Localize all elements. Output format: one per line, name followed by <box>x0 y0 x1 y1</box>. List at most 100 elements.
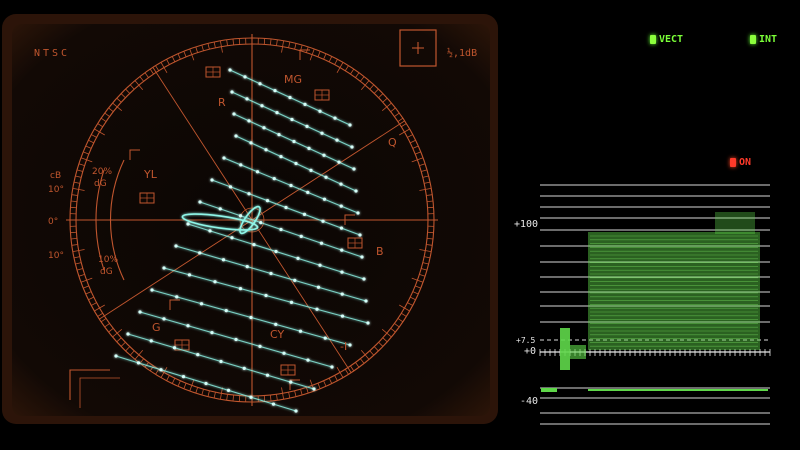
trace-dot <box>284 205 288 210</box>
trace-dot <box>360 255 364 259</box>
trace-dot <box>321 219 325 223</box>
int-indicator[interactable]: INT <box>750 34 777 45</box>
trace-dot <box>162 317 166 321</box>
trace-dot <box>288 95 292 100</box>
trace-dot <box>296 256 300 260</box>
trace-dot <box>352 167 356 171</box>
trace-dot <box>218 207 222 211</box>
trace-dot <box>228 185 233 189</box>
trace-dot <box>196 353 200 357</box>
trace-dot <box>319 241 324 245</box>
trace-dot <box>238 287 243 291</box>
trace-dot <box>316 285 321 289</box>
trace-dot <box>187 273 192 277</box>
trace-dot <box>306 358 310 362</box>
trace-dot <box>307 146 311 150</box>
left-scale-label: 20% <box>92 167 112 177</box>
target-label-yl: YL <box>143 168 158 181</box>
trace-dot <box>354 189 358 193</box>
left-scale-label: 10% <box>98 255 118 265</box>
trace-dot <box>271 402 276 406</box>
on-indicator[interactable]: ON <box>730 157 751 168</box>
trace-dot <box>333 116 337 120</box>
trace-dot <box>324 175 328 179</box>
trace-dot <box>348 123 352 127</box>
trace-dot <box>230 90 234 94</box>
trace-dot <box>335 138 339 142</box>
trace-dot <box>364 299 368 303</box>
trace-dot <box>149 339 153 343</box>
trace-dot <box>339 182 343 186</box>
trace-dot <box>258 344 262 348</box>
trace-dot <box>273 89 277 93</box>
trace-dot <box>224 309 228 313</box>
on-lamp-icon <box>730 158 736 167</box>
trace-dot <box>234 134 238 138</box>
trace-dot <box>294 161 298 166</box>
waveform-label-zero: +0 <box>524 346 537 357</box>
trace-dot <box>186 324 190 328</box>
trace-dot <box>222 156 226 160</box>
trace-dot <box>255 170 260 174</box>
waveform-label-top: +100 <box>514 219 539 230</box>
trace-dot <box>362 277 366 281</box>
monitor-scene: R MG B CY G YL Q -I NTSC ½,1dB cB 10° 0° 10° 20% dG 10% d… <box>2 14 771 425</box>
vect-indicator[interactable]: VECT <box>650 34 683 45</box>
trace-dot <box>258 82 262 86</box>
trace-dot <box>315 307 319 311</box>
trace-dot <box>272 177 276 181</box>
trace-dot <box>350 145 354 149</box>
trace-dot <box>290 117 294 122</box>
trace-dot <box>312 387 316 391</box>
trace-dot <box>242 366 246 370</box>
trace-dot <box>230 236 234 240</box>
trace-dot <box>126 332 130 336</box>
trace-dot <box>186 222 190 226</box>
trace-dot <box>298 329 303 333</box>
trace-dot <box>210 178 214 182</box>
trace-dot <box>159 368 163 372</box>
trace-dot <box>340 248 344 252</box>
trace-dot <box>249 141 253 145</box>
waveform-label-setup: +7.5 <box>516 336 536 345</box>
trace-dot <box>318 109 322 113</box>
trace-dot <box>348 343 352 347</box>
waveform-signal <box>541 212 768 392</box>
left-scale-label: dG <box>94 179 107 189</box>
on-label: ON <box>739 157 752 168</box>
trace-dot <box>260 104 264 108</box>
left-scale-label: 10° <box>48 251 64 261</box>
trace-dot <box>337 160 341 164</box>
trace-dot <box>323 336 327 340</box>
trace-dot <box>330 365 334 369</box>
target-label-r: R <box>218 96 226 109</box>
trace-dot <box>264 148 268 152</box>
trace-dot <box>210 331 214 335</box>
target-label-b: B <box>376 245 384 258</box>
trace-dot <box>318 263 322 267</box>
axis-label-minus-i: -I <box>340 340 347 353</box>
trace-dot <box>264 293 268 298</box>
trace-dot <box>198 251 202 255</box>
trace-dot <box>234 337 238 342</box>
trace-dot <box>239 163 243 167</box>
trace-dot <box>262 126 266 130</box>
target-label-g: G <box>152 321 161 334</box>
trace-dot <box>221 258 226 262</box>
trace-dot <box>294 409 298 413</box>
trace-dot <box>340 270 344 274</box>
left-scale-label: 10° <box>48 185 64 195</box>
trace-dot <box>322 197 327 201</box>
int-lamp-icon <box>750 35 756 44</box>
trace-dot <box>289 300 294 304</box>
trace-dot <box>282 351 286 355</box>
trace-dot <box>275 111 279 115</box>
trace-dot <box>198 200 202 204</box>
trace-dot <box>181 375 186 379</box>
burst-block <box>560 328 570 370</box>
trace-dot <box>238 214 243 218</box>
trace-dot <box>150 288 154 292</box>
trace-dot <box>339 204 343 208</box>
vect-label: VECT <box>659 34 684 45</box>
trace-dot <box>293 278 297 282</box>
